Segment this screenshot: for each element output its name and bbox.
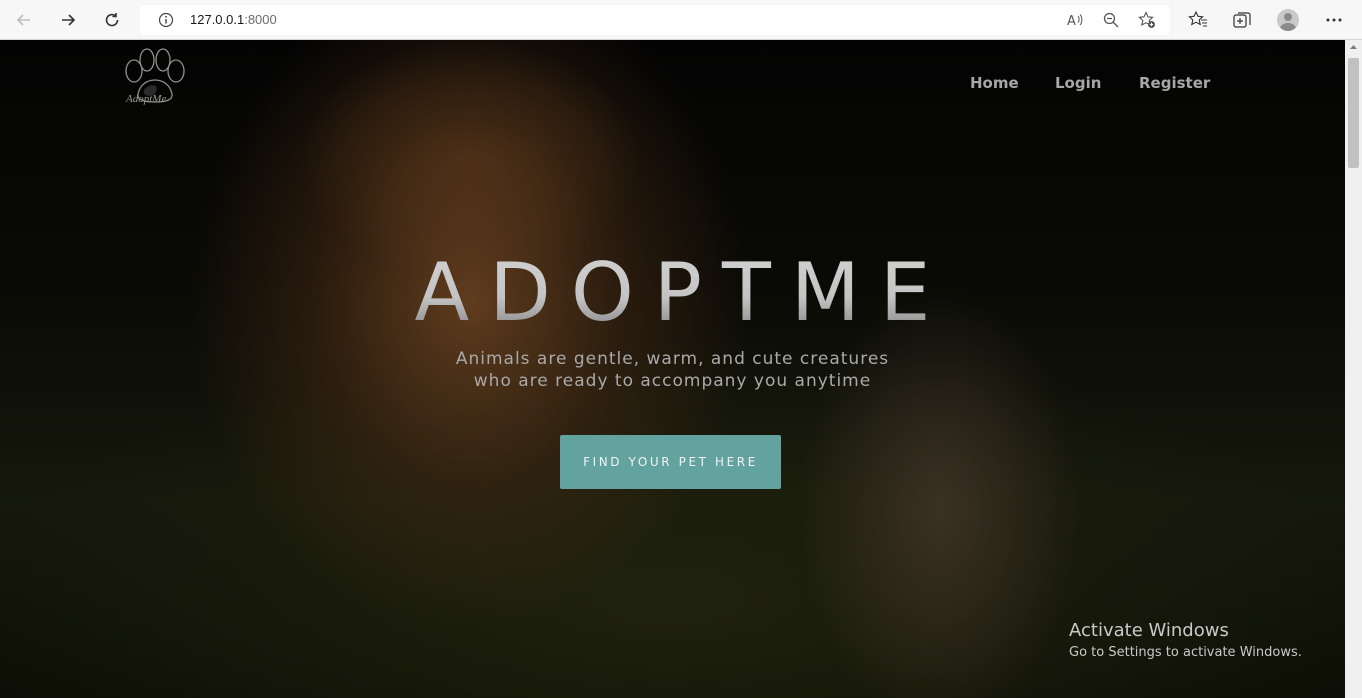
url-host: 127.0.0.1 xyxy=(190,12,245,27)
hero-subtitle-line2: who are ready to accompany you anytime xyxy=(473,371,872,391)
watermark-title: Activate Windows xyxy=(1069,620,1229,641)
browser-toolbar: 127.0.0.1:8000 A xyxy=(0,0,1362,40)
hero-title: ADOPTME xyxy=(0,246,1345,339)
find-pet-button[interactable]: FIND YOUR PET HERE xyxy=(560,435,781,489)
svg-text:A: A xyxy=(1067,14,1076,29)
zoom-icon[interactable] xyxy=(1102,11,1120,29)
address-bar[interactable]: 127.0.0.1:8000 A xyxy=(140,5,1170,35)
refresh-button[interactable] xyxy=(98,6,126,34)
nav-home[interactable]: Home xyxy=(970,74,1019,92)
more-icon xyxy=(1326,18,1342,22)
back-icon xyxy=(16,14,30,26)
add-favorite-icon[interactable] xyxy=(1138,11,1156,29)
profile-avatar[interactable] xyxy=(1277,9,1299,31)
collections-icon xyxy=(1233,12,1251,28)
favorites-icon xyxy=(1188,10,1207,27)
forward-button[interactable] xyxy=(54,6,82,34)
scroll-up-icon[interactable] xyxy=(1345,40,1362,54)
more-button[interactable] xyxy=(1323,9,1345,31)
refresh-icon xyxy=(105,13,119,27)
nav-register[interactable]: Register xyxy=(1139,74,1210,92)
forward-icon xyxy=(62,14,76,26)
info-icon[interactable] xyxy=(158,12,174,28)
logo-text: AdoptMe xyxy=(126,93,167,105)
activate-windows-watermark: Activate Windows Go to Settings to activ… xyxy=(1069,620,1302,660)
nav-login[interactable]: Login xyxy=(1055,74,1101,92)
scroll-thumb[interactable] xyxy=(1348,58,1359,168)
favorites-button[interactable] xyxy=(1187,9,1209,31)
url-port: :8000 xyxy=(244,12,277,27)
back-button[interactable] xyxy=(10,6,38,34)
hero-overlay xyxy=(0,40,1345,698)
hero-subtitle-line1: Animals are gentle, warm, and cute creat… xyxy=(455,349,890,369)
page-viewport: AdoptMe Home Login Register ADOPTME Anim… xyxy=(0,40,1345,698)
watermark-subtitle: Go to Settings to activate Windows. xyxy=(1069,645,1302,660)
url-text[interactable]: 127.0.0.1:8000 xyxy=(190,12,277,27)
collections-button[interactable] xyxy=(1231,9,1253,31)
page-scrollbar[interactable] xyxy=(1345,40,1362,698)
read-aloud-icon[interactable]: A xyxy=(1066,11,1084,29)
